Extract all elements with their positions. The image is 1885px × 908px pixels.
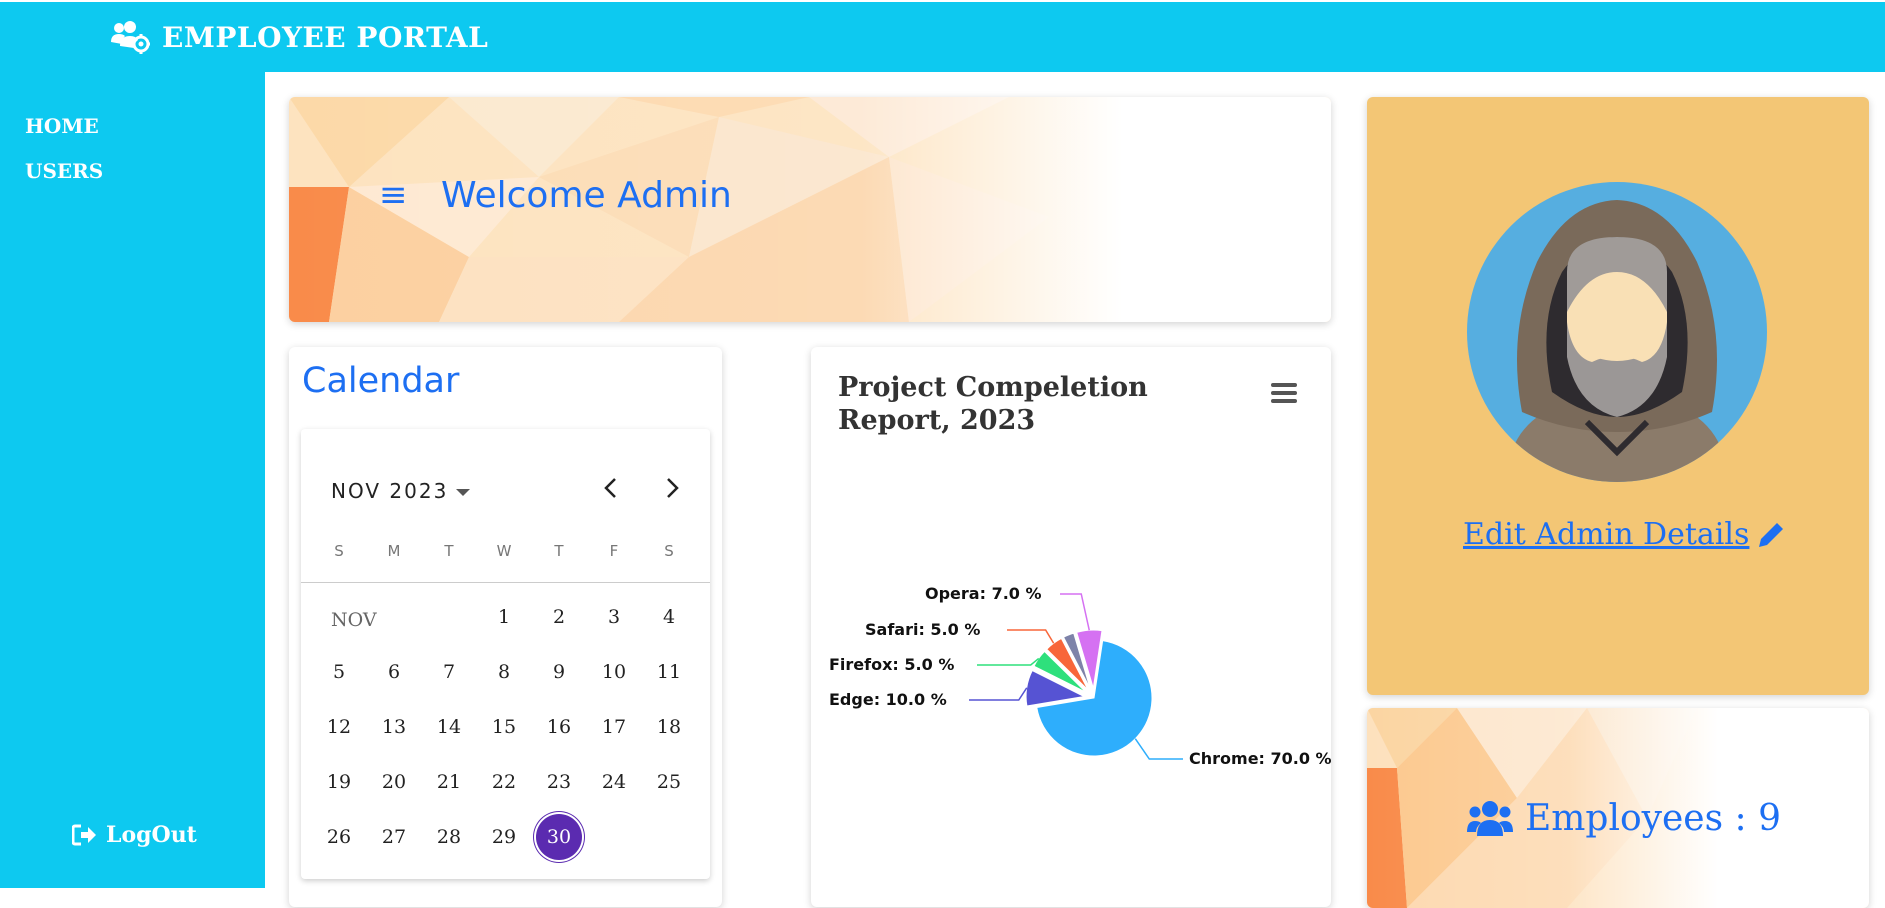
weekday-header: SMTWTFS [301, 542, 710, 562]
data-label-opera: Opera: 7.0 % [925, 584, 1042, 603]
calendar-day[interactable]: 29 [481, 814, 527, 860]
chart-card: Project Compeletion Report, 2023 Chrome:… [811, 347, 1331, 907]
sidebar-item-home[interactable]: HOME [25, 114, 99, 138]
calendar-day[interactable]: 26 [316, 814, 362, 860]
calendar-day[interactable]: 8 [481, 649, 527, 695]
calendar-day[interactable]: 24 [591, 759, 637, 805]
calendar-day[interactable]: 15 [481, 704, 527, 750]
month-select[interactable]: NOV 2023 [331, 479, 471, 503]
calendar-day[interactable]: 12 [316, 704, 362, 750]
pencil-icon [1759, 520, 1786, 547]
month-row-label: NOV [331, 609, 377, 631]
chevron-left-icon[interactable] [596, 473, 626, 503]
users-icon [1467, 800, 1513, 836]
weekday-label: T [444, 542, 454, 560]
welcome-text: Welcome Admin [441, 175, 732, 216]
calendar-day[interactable]: 25 [646, 759, 692, 805]
logout-button[interactable]: LogOut [72, 822, 197, 848]
calendar-day[interactable]: 11 [646, 649, 692, 695]
connector-chrome [1134, 738, 1183, 760]
weekday-label: W [496, 542, 512, 560]
calendar-day[interactable]: 28 [426, 814, 472, 860]
calendar-day[interactable]: 20 [371, 759, 417, 805]
chevron-right-icon[interactable] [657, 473, 687, 503]
data-label-safari: Safari: 5.0 % [865, 620, 980, 639]
edit-admin-link[interactable]: Edit Admin Details [1463, 517, 1787, 552]
date-picker: NOV 2023 SMTWTFS NOV 1 2 3 4 5 6 7 8 9 10 11 12 13 14… [301, 429, 710, 879]
welcome-banner: ≡ Welcome Admin [289, 97, 1331, 322]
admin-avatar[interactable] [1467, 182, 1767, 482]
app-title: EMPLOYEE PORTAL [162, 20, 489, 54]
connector-safari [1007, 629, 1055, 644]
calendar-day[interactable]: 5 [316, 649, 362, 695]
calendar-day-selected[interactable]: 30 [536, 814, 582, 860]
calendar-day[interactable]: 7 [426, 649, 472, 695]
calendar-day[interactable]: 22 [481, 759, 527, 805]
employee-count-label: Employees : 9 [1525, 798, 1781, 839]
calendar-day[interactable]: 19 [316, 759, 362, 805]
calendar-day[interactable]: 21 [426, 759, 472, 805]
weekday-label: S [334, 542, 344, 560]
calendar-day[interactable]: 14 [426, 704, 472, 750]
calendar-day[interactable]: 2 [536, 594, 582, 640]
calendar-day[interactable]: 6 [371, 649, 417, 695]
menu-toggle-icon[interactable]: ≡ [379, 175, 408, 215]
data-label-firefox: Firefox: 5.0 % [829, 655, 954, 674]
month-label: NOV 2023 [331, 479, 449, 503]
connector-edge [969, 687, 1028, 701]
sidebar: HOME USERS LogOut [0, 72, 265, 888]
calendar-title: Calendar [302, 361, 460, 401]
employees-card: Employees : 9 [1367, 708, 1869, 908]
calendar-day[interactable]: 10 [591, 649, 637, 695]
weekday-label: F [609, 542, 619, 560]
calendar-day[interactable]: 16 [536, 704, 582, 750]
calendar-day[interactable]: 18 [646, 704, 692, 750]
top-bar: EMPLOYEE PORTAL [0, 2, 1885, 72]
calendar-day[interactable]: 3 [591, 594, 637, 640]
data-label-edge: Edge: 10.0 % [829, 690, 947, 709]
calendar-day[interactable]: 13 [371, 704, 417, 750]
data-label-chrome: Chrome: 70.0 % [1189, 749, 1331, 768]
calendar-day[interactable]: 4 [646, 594, 692, 640]
logout-label: LogOut [106, 822, 197, 848]
divider [301, 582, 710, 583]
calendar-day[interactable]: 1 [481, 594, 527, 640]
pie-chart: Chrome: 70.0 % Edge: 10.0 % Firefox: 5.0 %… [829, 584, 1331, 768]
calendar-day[interactable]: 17 [591, 704, 637, 750]
calendar-day[interactable]: 9 [536, 649, 582, 695]
caret-down-icon [456, 489, 471, 496]
weekday-label: S [664, 542, 674, 560]
employee-count: Employees : 9 [1467, 798, 1781, 839]
weekday-label: M [387, 542, 401, 560]
calendar-day[interactable]: 23 [536, 759, 582, 805]
calendar-card: Calendar NOV 2023 SMTWTFS NOV 1234567891… [289, 347, 722, 907]
sidebar-item-users[interactable]: USERS [25, 159, 103, 183]
brand[interactable]: EMPLOYEE PORTAL [110, 20, 488, 54]
users-cog-icon [111, 21, 150, 54]
edit-admin-label: Edit Admin Details [1463, 517, 1750, 552]
connector-opera [1060, 593, 1090, 631]
connector-firefox [977, 657, 1040, 666]
profile-card: Edit Admin Details [1367, 97, 1869, 695]
calendar-day[interactable]: 27 [371, 814, 417, 860]
sign-out-icon [72, 824, 96, 846]
weekday-label: T [554, 542, 564, 560]
